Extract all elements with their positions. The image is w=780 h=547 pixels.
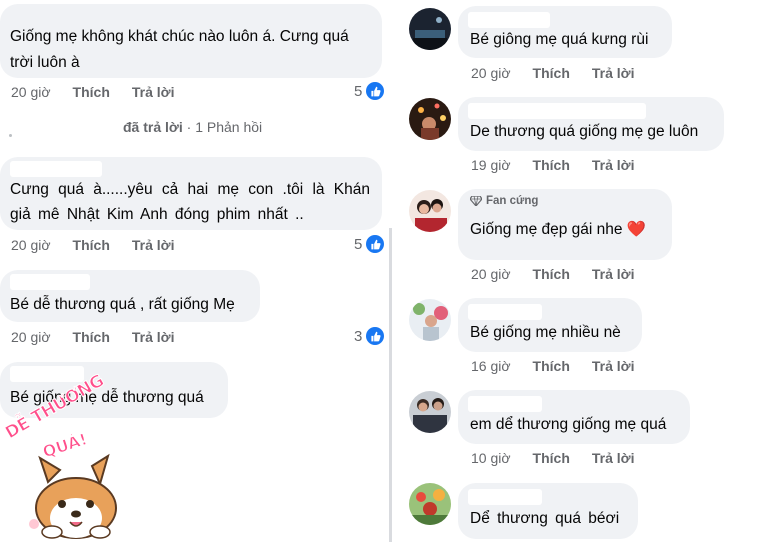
commenter-name[interactable] <box>10 274 90 290</box>
reply-action[interactable]: Trả lời <box>592 157 635 173</box>
commenter-name[interactable] <box>468 12 550 28</box>
like-action[interactable]: Thích <box>533 450 570 466</box>
reply-action[interactable]: Trả lời <box>592 266 635 282</box>
comment-time: 19 giờ <box>471 157 511 173</box>
like-reaction-icon <box>366 235 385 253</box>
comment-actions: 20 giờ Thích Trả lời <box>471 266 635 282</box>
comment-time: 16 giờ <box>471 358 511 374</box>
like-action[interactable]: Thích <box>533 358 570 374</box>
comment-actions: 20 giờ Thích Trả lời <box>11 84 175 100</box>
comment-time: 20 giờ <box>471 65 511 81</box>
avatar[interactable] <box>409 190 451 232</box>
view-replies-link[interactable]: đã trả lời · 1 Phản hồi <box>123 119 262 135</box>
separator-dot <box>9 134 12 137</box>
comment-text: Bé giông mẹ quá kưng rùi <box>470 31 649 48</box>
column-divider <box>389 228 392 542</box>
commenter-name[interactable] <box>468 489 542 505</box>
like-action[interactable]: Thích <box>73 84 110 100</box>
replies-count: · 1 Phản hồi <box>186 119 263 135</box>
commenter-name[interactable] <box>468 103 646 119</box>
commenter-name[interactable] <box>468 304 542 320</box>
comment-actions: 20 giờ Thích Trả lời <box>11 237 175 253</box>
reaction-count[interactable]: 3 <box>354 327 385 345</box>
comment-actions: 16 giờ Thích Trả lời <box>471 358 635 374</box>
commenter-name[interactable] <box>468 396 542 412</box>
avatar[interactable] <box>409 8 451 50</box>
reply-action[interactable]: Trả lời <box>132 84 175 100</box>
comment-text: Cưng quá à......yêu cả hai mẹ con .tôi l… <box>10 181 370 223</box>
avatar[interactable] <box>409 98 451 140</box>
like-action[interactable]: Thích <box>533 157 570 173</box>
comment-actions: 20 giờ Thích Trả lời <box>11 329 175 345</box>
comment-actions: 20 giờ Thích Trả lời <box>471 65 635 81</box>
reply-action[interactable]: Trả lời <box>592 358 635 374</box>
reaction-number: 3 <box>354 327 363 345</box>
reply-action[interactable]: Trả lời <box>592 450 635 466</box>
comment-text: De thương quá giống mẹ ge luôn <box>470 123 699 140</box>
comment-actions: 19 giờ Thích Trả lời <box>471 157 635 173</box>
top-fan-badge: Fan cứng <box>470 193 660 209</box>
like-reaction-icon <box>366 327 385 345</box>
commenter-name[interactable] <box>10 366 84 382</box>
like-action[interactable]: Thích <box>533 65 570 81</box>
heart-emoji: ❤️ <box>626 221 647 238</box>
comment-actions: 10 giờ Thích Trả lời <box>471 450 635 466</box>
comment-text: Bé dễ thương quá , rất giống Mẹ <box>10 296 235 313</box>
like-reaction-icon <box>366 82 385 100</box>
reaction-count[interactable]: 5 <box>354 82 385 100</box>
comment-bubble: Fan cứng Giống mẹ đẹp gái nhe ❤️ <box>458 189 672 260</box>
avatar[interactable] <box>409 483 451 525</box>
comment-text: Bé giống mẹ nhiều nè <box>470 324 621 341</box>
comment-text: Dể thương quá béơi <box>470 510 620 527</box>
reaction-number: 5 <box>354 82 363 100</box>
comment-time: 10 giờ <box>471 450 511 466</box>
reply-action[interactable]: Trả lời <box>132 329 175 345</box>
comment-text: em dể thương giống mẹ quá <box>470 416 667 433</box>
like-action[interactable]: Thích <box>73 237 110 253</box>
commenter-name[interactable] <box>10 161 102 177</box>
diamond-icon <box>470 196 482 206</box>
reaction-number: 5 <box>354 235 363 253</box>
avatar[interactable] <box>409 299 451 341</box>
replies-prefix: đã trả lời <box>123 119 183 135</box>
comment-text: Giống mẹ không khát chúc nào luôn á. Cưn… <box>10 28 349 71</box>
comment-time: 20 giờ <box>11 84 51 100</box>
reaction-count[interactable]: 5 <box>354 235 385 253</box>
reply-action[interactable]: Trả lời <box>132 237 175 253</box>
comment-text: Giống mẹ đẹp gái nhe <box>470 221 623 238</box>
badge-label: Fan cứng <box>486 195 539 207</box>
comment-time: 20 giờ <box>11 237 51 253</box>
avatar[interactable] <box>409 391 451 433</box>
reply-action[interactable]: Trả lời <box>592 65 635 81</box>
like-action[interactable]: Thích <box>73 329 110 345</box>
comment-bubble: Giống mẹ không khát chúc nào luôn á. Cưn… <box>0 4 382 78</box>
comment-time: 20 giờ <box>11 329 51 345</box>
comment-time: 20 giờ <box>471 266 511 282</box>
de-thuong-qua-sticker: DỄ THƯƠNG QUÁ! <box>0 370 120 542</box>
like-action[interactable]: Thích <box>533 266 570 282</box>
